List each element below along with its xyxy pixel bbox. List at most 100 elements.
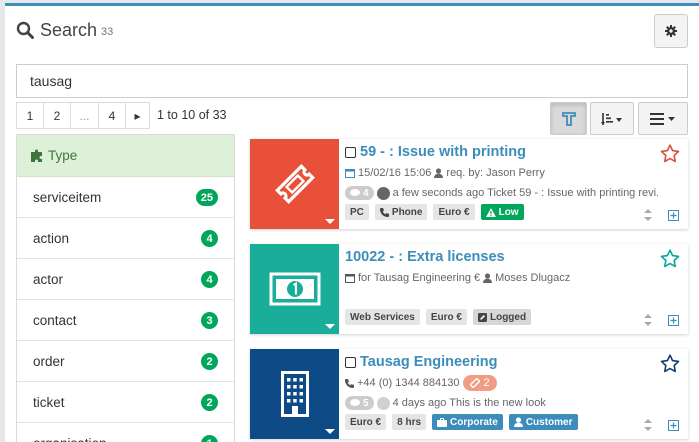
facet-item-count: 3 <box>201 312 218 329</box>
ticket-count-badge[interactable]: 2 <box>463 375 497 391</box>
page-4[interactable]: 4 <box>98 102 126 129</box>
facet-item-actor[interactable]: actor 4 <box>17 259 234 300</box>
result-type-icon-box[interactable] <box>250 349 339 439</box>
page-title: Search <box>40 19 98 40</box>
facet-item-order[interactable]: order 2 <box>17 341 234 382</box>
facet-item-count: 2 <box>201 353 218 370</box>
updown-icon[interactable] <box>644 208 652 222</box>
facet-header[interactable]: Type <box>17 135 234 177</box>
result-range: 1 to 10 of 33 <box>157 108 227 122</box>
tag-role-label: Customer <box>525 416 573 428</box>
comment-count: 4 <box>363 187 369 199</box>
facet-item-contact[interactable]: contact 3 <box>17 300 234 341</box>
star-icon[interactable] <box>660 354 680 373</box>
tag-channel: Phone <box>374 204 428 220</box>
user-icon <box>483 273 493 283</box>
star-icon[interactable] <box>660 249 680 268</box>
result-card[interactable]: 59 - : Issue with printing 15/02/16 15:0… <box>250 139 688 229</box>
phone-icon <box>345 378 354 388</box>
facet-item-label: action <box>33 230 70 246</box>
updown-icon[interactable] <box>644 418 652 432</box>
gear-icon <box>665 25 677 37</box>
facet-item-action[interactable]: action 4 <box>17 218 234 259</box>
settings-button[interactable] <box>654 14 688 48</box>
result-phone: +44 (0) 1344 884130 <box>357 377 460 389</box>
comments-icon <box>350 399 360 406</box>
expand-plus-icon[interactable] <box>668 420 679 431</box>
result-title[interactable]: 59 - : Issue with printing <box>360 144 526 160</box>
facet-item-label: organisation <box>33 436 107 442</box>
facet-item-count: 4 <box>201 271 218 288</box>
facet-item-label: ticket <box>33 394 65 410</box>
tag-hours: 8 hrs <box>392 414 427 430</box>
comment-count: 5 <box>363 397 369 409</box>
result-title[interactable]: Tausag Engineering <box>360 354 498 370</box>
ticket-icon <box>470 378 481 388</box>
latest-comment: a few seconds ago Ticket 59 - : Issue wi… <box>392 187 658 199</box>
facet-item-count: 1 <box>201 435 218 442</box>
facet-item-serviceitem[interactable]: serviceitem 25 <box>17 177 234 218</box>
tag-priority-label: Low <box>498 206 519 218</box>
tag-service: Web Services <box>345 309 420 325</box>
card-menu-caret[interactable] <box>325 219 335 224</box>
page-ellipsis: ... <box>70 102 99 129</box>
building-icon <box>280 371 309 417</box>
euro-icon: € <box>473 272 481 284</box>
card-menu-caret[interactable] <box>325 324 335 329</box>
tag-channel-label: Phone <box>391 206 423 218</box>
page-1[interactable]: 1 <box>16 102 44 129</box>
requested-by: req. by: Jason Perry <box>446 167 545 179</box>
avatar <box>376 186 390 200</box>
panel-header: Search 33 <box>16 18 113 42</box>
money-icon <box>269 272 320 306</box>
search-input[interactable] <box>16 64 688 98</box>
select-checkbox[interactable] <box>345 146 356 158</box>
facet-item-count: 4 <box>201 230 218 247</box>
filter-icon <box>561 111 576 126</box>
tag-currency: Euro € <box>345 414 387 430</box>
type-facet: Type serviceitem 25 action 4 actor 4 contac… <box>16 134 235 442</box>
facet-item-count: 2 <box>201 394 218 411</box>
sort-button[interactable] <box>590 102 634 135</box>
facet-item-label: contact <box>33 312 77 328</box>
select-checkbox[interactable] <box>345 356 356 368</box>
view-menu-button[interactable] <box>638 102 688 135</box>
result-card[interactable]: 10022 - : Extra licenses for Tausag Engi… <box>250 244 688 334</box>
tag-segment: Corporate <box>432 414 503 430</box>
facet-title: Type <box>48 148 78 163</box>
ticket-count: 2 <box>483 377 490 389</box>
facet-item-label: order <box>33 353 65 369</box>
tag-currency: Euro € <box>433 204 475 220</box>
comment-count-badge: 5 <box>345 396 374 410</box>
ticket-icon <box>274 164 315 204</box>
result-person: Moses Dlugacz <box>495 272 571 284</box>
latest-comment: 4 days ago This is the new look <box>392 397 546 409</box>
pagination: 1 2 ... 4 ▸ <box>16 102 150 129</box>
facet-item-ticket[interactable]: ticket 2 <box>17 382 234 423</box>
result-date: 15/02/16 15:06 <box>358 167 432 179</box>
updown-icon[interactable] <box>644 313 652 327</box>
user-icon <box>434 168 444 178</box>
result-title[interactable]: 10022 - : Extra licenses <box>345 249 505 265</box>
page-2[interactable]: 2 <box>43 102 71 129</box>
star-icon[interactable] <box>660 144 680 163</box>
result-type-icon-box[interactable] <box>250 244 339 334</box>
next-page-button[interactable]: ▸ <box>125 102 150 129</box>
expand-plus-icon[interactable] <box>668 315 679 326</box>
filter-toggle-button[interactable] <box>550 102 587 135</box>
facet-item-organisation[interactable]: organisation 1 <box>17 423 234 442</box>
tag-role: Customer <box>508 414 578 430</box>
facet-item-label: serviceitem <box>33 189 102 205</box>
result-type-icon-box[interactable] <box>250 139 339 229</box>
search-icon <box>16 21 34 39</box>
result-for: for Tausag Engineering <box>358 272 471 284</box>
warning-icon <box>485 207 496 217</box>
comment-count-badge: 4 <box>345 186 374 200</box>
card-menu-caret[interactable] <box>325 429 335 434</box>
tag-status: Logged <box>472 309 532 325</box>
result-card[interactable]: Tausag Engineering +44 (0) 1344 884130 2… <box>250 349 688 439</box>
expand-plus-icon[interactable] <box>668 210 679 221</box>
result-count: 33 <box>101 26 114 38</box>
sort-amount-icon <box>601 112 622 125</box>
user-icon <box>513 417 523 427</box>
